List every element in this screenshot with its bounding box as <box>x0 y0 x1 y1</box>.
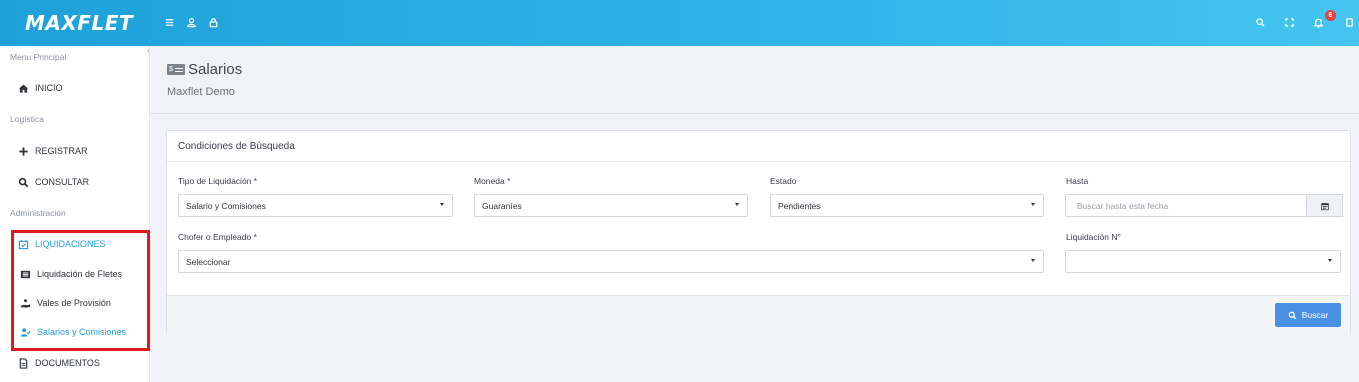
panel-footer <box>167 295 1350 334</box>
sidebar-item-label: DOCUMENTOS <box>35 358 100 368</box>
app-logo[interactable]: MAXFLET <box>25 11 133 35</box>
user-icon[interactable] <box>183 14 199 30</box>
section-logistica: Logística <box>10 114 45 124</box>
sidebar-item-documentos[interactable]: DOCUMENTOS <box>0 352 150 374</box>
chevron-down-icon <box>1031 203 1035 206</box>
liquidacion-numero-select[interactable] <box>1065 250 1341 273</box>
search-icon <box>1288 311 1297 319</box>
divider <box>167 161 1350 162</box>
page-title: Salarios <box>188 61 243 78</box>
chofer-empleado-label: Chofer o Empleado * <box>178 232 257 242</box>
sidebar-item-inicio[interactable]: INICIO <box>0 77 150 99</box>
sidebar-item-consultar[interactable]: CONSULTAR <box>0 171 150 193</box>
estado-label: Estado <box>770 176 797 186</box>
sidebar-item-liquidaciones[interactable]: LIQUIDACIONES <box>0 233 150 255</box>
panel-title: Condiciones de Búsqueda <box>178 141 295 152</box>
top-bar <box>0 0 1359 46</box>
user-check-icon <box>19 326 31 338</box>
sidebar-item-label: LIQUIDACIONES <box>35 239 106 249</box>
estado-value: Pendientes <box>778 200 821 211</box>
hasta-label: Hasta <box>1066 176 1089 186</box>
sidebar-item-label: Liquidación de Fletes <box>37 269 123 279</box>
moneda-value: Guaraníes <box>482 200 522 211</box>
calendar-check-icon <box>17 238 29 250</box>
tipo-liquidacion-select[interactable]: Salario y Comisiones <box>178 194 453 217</box>
bell-icon[interactable] <box>1310 14 1326 30</box>
list-icon <box>19 268 31 280</box>
search-icon <box>17 176 29 188</box>
chevron-down-icon <box>440 203 444 206</box>
home-icon <box>17 82 29 94</box>
lock-icon[interactable] <box>205 14 221 30</box>
fullscreen-icon[interactable] <box>1281 14 1297 30</box>
chevron-down-icon <box>1031 259 1035 262</box>
calendar-icon <box>1320 202 1329 210</box>
page-header: $ Salarios Maxflet Demo <box>150 46 1359 114</box>
search-panel: Condiciones de Búsqueda Tipo de Liquidac… <box>166 130 1351 334</box>
sidebar-item-label: REGISTRAR <box>35 146 88 156</box>
chevron-down-icon <box>735 203 739 206</box>
estado-select[interactable]: Pendientes <box>770 194 1044 217</box>
search-button-label: Buscar <box>1301 310 1329 320</box>
panel-icon[interactable] <box>1341 14 1357 30</box>
chofer-empleado-select[interactable]: Seleccionar <box>178 250 1044 273</box>
tipo-liquidacion-label: Tipo de Liquidación * <box>178 176 258 186</box>
sidebar-item-label: CONSULTAR <box>35 177 90 187</box>
document-icon <box>17 357 29 369</box>
hasta-placeholder: Buscar hasta esta fecha <box>1077 200 1169 211</box>
money-icon: $ <box>167 64 185 75</box>
liquidacion-numero-label: Liquidación N° <box>1066 232 1121 242</box>
plus-icon <box>17 145 29 157</box>
search-button[interactable]: Buscar <box>1275 303 1341 327</box>
tipo-liquidacion-value: Salario y Comisiones <box>186 200 266 211</box>
sidebar-item-vales-provision[interactable]: Vales de Provisión <box>0 292 150 314</box>
hasta-date-input[interactable]: Buscar hasta esta fecha <box>1065 194 1307 217</box>
sidebar-item-salarios-comisiones[interactable]: Salarios y Comisiones <box>0 321 150 343</box>
moneda-select[interactable]: Guaraníes <box>474 194 748 217</box>
sidebar-item-label: INICIO <box>35 83 63 93</box>
section-menu-principal: Menu Principal <box>10 52 67 62</box>
page-subtitle: Maxflet Demo <box>167 86 235 98</box>
search-icon[interactable] <box>1252 14 1268 30</box>
moneda-label: Moneda * <box>474 176 511 186</box>
chofer-empleado-value: Seleccionar <box>186 256 231 267</box>
sidebar-item-label: Vales de Provisión <box>37 298 111 308</box>
sidebar-item-liquidacion-fletes[interactable]: Liquidación de Fletes <box>0 263 150 285</box>
menu-icon[interactable] <box>161 14 177 30</box>
chevron-down-icon <box>1328 259 1332 262</box>
section-administracion: Administración <box>10 208 66 218</box>
sidebar-item-label: Salarios y Comisiones <box>37 327 127 337</box>
sidebar-item-registrar[interactable]: REGISTRAR <box>0 140 150 162</box>
hand-holding-icon <box>19 297 31 309</box>
calendar-button[interactable] <box>1307 194 1343 217</box>
notification-badge: 6 <box>1325 10 1336 21</box>
